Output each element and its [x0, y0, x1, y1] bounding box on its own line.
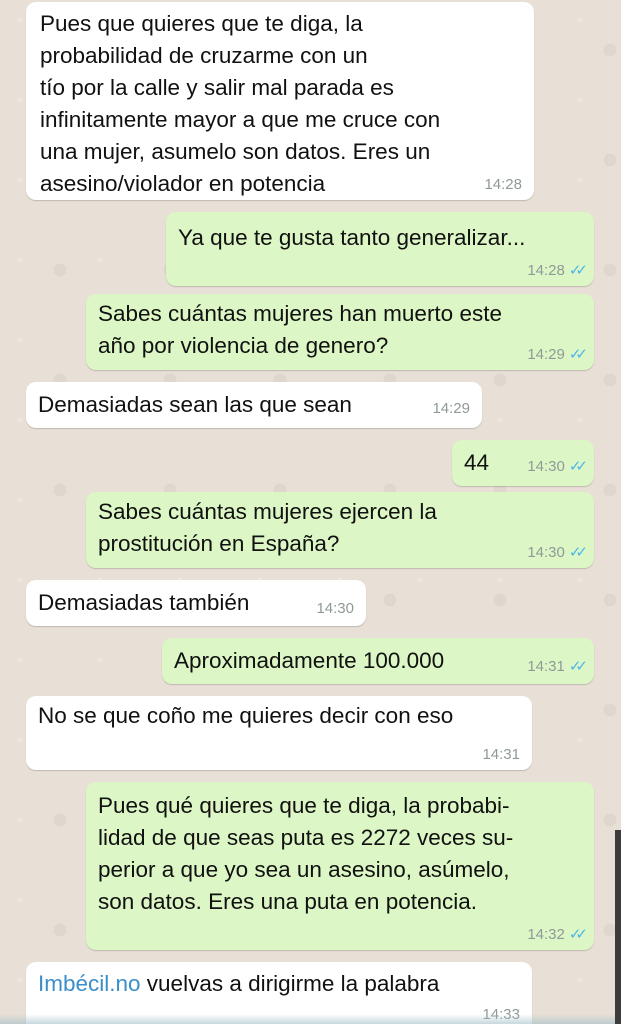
message-text-line: Demasiadas sean las que sean [38, 392, 352, 417]
message-text-line: Sabes cuántas mujeres han muerto este [98, 301, 502, 326]
chat-conversation[interactable]: Pues que quieres que te diga, la probabi… [0, 0, 621, 1024]
message-text-line: lidad de que seas puta es 2272 veces su- [98, 825, 514, 850]
message-meta: 14:28 ✓✓ [527, 262, 588, 280]
message-outgoing[interactable]: Aproximadamente 100.000 14:31 ✓✓ [162, 638, 594, 684]
message-meta: 14:31 ✓✓ [527, 658, 588, 676]
message-text-line: infinitamente mayor a que me cruce con [40, 107, 441, 132]
message-meta: 14:30 ✓✓ [527, 544, 588, 562]
message-text-line: probabilidad de cruzarme con un [40, 43, 368, 68]
message-text-line: Imbécil.no vuelvas a dirigirme la palabr… [38, 971, 440, 996]
read-ticks-icon: ✓✓ [568, 658, 588, 675]
message-time: 14:28 [527, 262, 565, 279]
message-outgoing[interactable]: 44 14:30 ✓✓ [452, 440, 594, 486]
message-link[interactable]: Imbécil.no [38, 971, 141, 996]
message-time: 14:29 [527, 346, 565, 363]
message-meta: 14:32 ✓✓ [527, 926, 588, 944]
message-text-line: son datos. Eres una puta en potencia. [98, 889, 478, 914]
message-text-line: Demasiadas también [38, 590, 250, 615]
read-ticks-icon: ✓✓ [568, 346, 588, 363]
message-text-line: No se que coño me quieres decir con eso [38, 703, 454, 728]
message-incoming[interactable]: Demasiadas también 14:30 [26, 580, 366, 626]
message-text-line: prostitución en España? [98, 531, 340, 556]
message-time: 14:29 [432, 400, 470, 417]
message-text-line: Pues qué quieres que te diga, la probabi… [98, 793, 510, 818]
message-time: 14:30 [316, 600, 354, 617]
message-text-line: una mujer, asumelo son datos. Eres un [40, 139, 431, 164]
photo-edge [615, 830, 621, 1024]
message-text-line: Pues que quieres que te diga, la [40, 11, 363, 36]
message-text-line: Aproximadamente 100.000 [174, 648, 445, 673]
message-time: 14:28 [484, 176, 522, 193]
message-time: 14:30 [527, 458, 565, 475]
message-text-line: año por violencia de genero? [98, 333, 389, 358]
message-text-line: Sabes cuántas mujeres ejercen la [98, 499, 437, 524]
message-time: 14:31 [482, 746, 520, 763]
read-ticks-icon: ✓✓ [568, 926, 588, 943]
message-text-line: asesino/violador en potencia [40, 171, 326, 196]
message-outgoing[interactable]: Pues qué quieres que te diga, la probabi… [86, 782, 594, 950]
input-area-edge [0, 1014, 621, 1024]
message-time: 14:31 [527, 658, 565, 675]
message-incoming[interactable]: Demasiadas sean las que sean 14:29 [26, 382, 482, 428]
read-ticks-icon: ✓✓ [568, 262, 588, 279]
message-outgoing[interactable]: Sabes cuántas mujeres han muerto este añ… [86, 294, 594, 370]
message-meta: 14:30 ✓✓ [527, 458, 588, 476]
message-outgoing[interactable]: Sabes cuántas mujeres ejercen la prostit… [86, 492, 594, 568]
message-outgoing[interactable]: Ya que te gusta tanto generalizar... 14:… [166, 212, 594, 286]
read-ticks-icon: ✓✓ [568, 458, 588, 475]
message-text-line: tío por la calle y salir mal parada es [40, 75, 394, 100]
message-time: 14:32 [527, 926, 565, 943]
read-ticks-icon: ✓✓ [568, 544, 588, 561]
message-time: 14:30 [527, 544, 565, 561]
message-incoming[interactable]: No se que coño me quieres decir con eso … [26, 696, 532, 770]
message-incoming[interactable]: Pues que quieres que te diga, la probabi… [26, 2, 534, 200]
message-meta: 14:29 ✓✓ [527, 346, 588, 364]
message-text-line: Ya que te gusta tanto generalizar... [178, 225, 526, 250]
message-text-line: perior a que yo sea un asesino, asúmelo, [98, 857, 510, 882]
